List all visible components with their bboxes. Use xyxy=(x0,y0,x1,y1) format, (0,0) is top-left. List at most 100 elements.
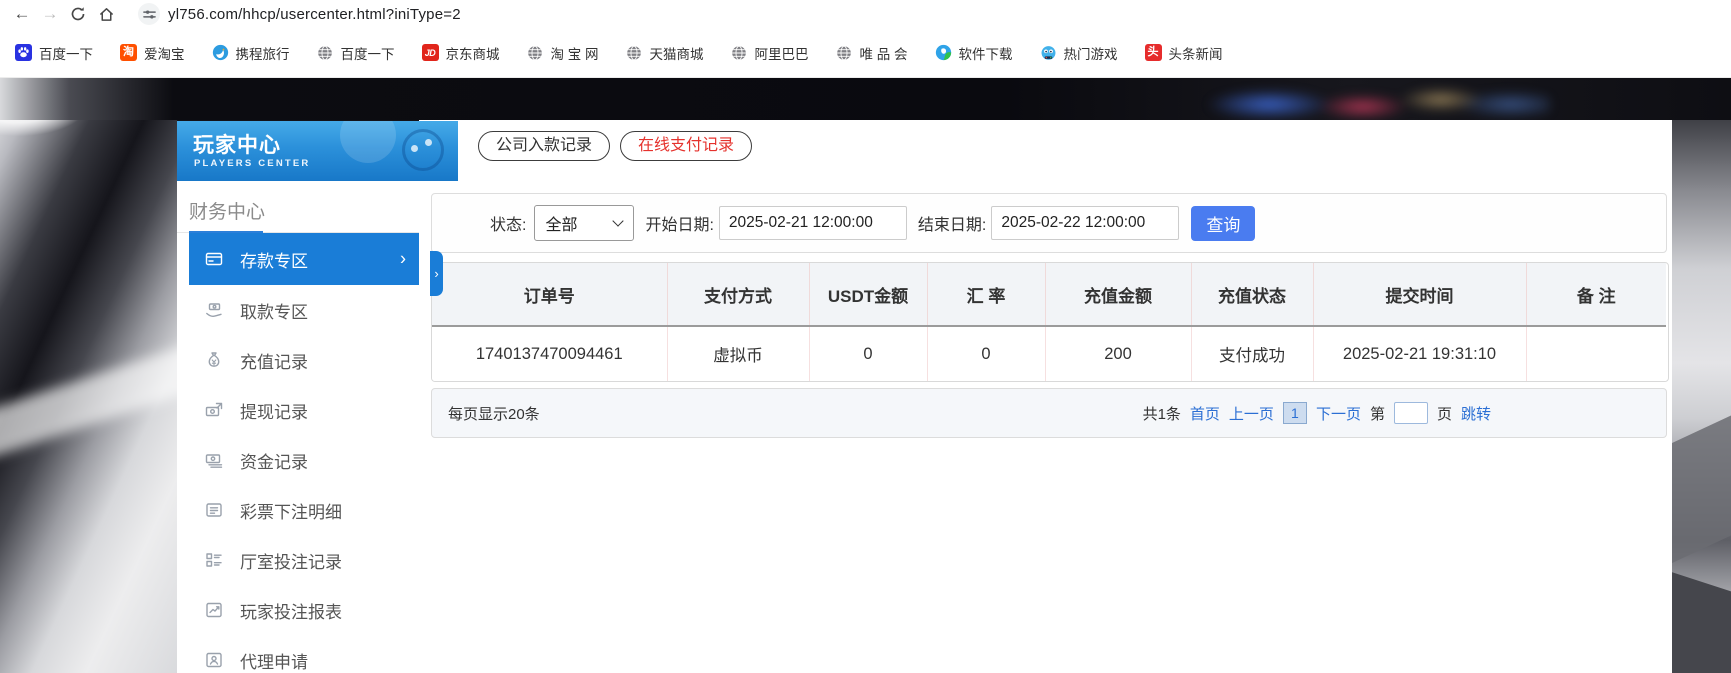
banner-title: 玩家中心 xyxy=(193,134,281,157)
deposit-card-icon xyxy=(205,250,223,268)
sidebar-item-label: 存款专区 xyxy=(240,251,308,271)
jump-page-input[interactable] xyxy=(1393,402,1428,424)
players-center-banner: 玩家中心 PLAYERS CENTER xyxy=(177,121,458,181)
chart-report-icon xyxy=(205,601,223,619)
globe-icon xyxy=(836,44,853,61)
bookmark-baidu[interactable]: 百度一下 xyxy=(15,43,93,63)
url-text[interactable]: yl756.com/hhcp/usercenter.html?iniType=2 xyxy=(168,6,461,23)
globe-icon xyxy=(731,44,748,61)
prev-page-link[interactable]: 上一页 xyxy=(1229,403,1274,424)
cell-pay-method: 虚拟币 xyxy=(667,326,810,381)
bookmark-label: 携程旅行 xyxy=(235,46,290,62)
background-color-blur xyxy=(1160,78,1550,126)
cell-order-no: 1740137470094461 xyxy=(432,326,668,381)
browser-toolbar: ← → yl756.com/hhcp/usercenter.html?iniTy… xyxy=(0,0,1731,28)
forward-icon[interactable]: → xyxy=(36,2,64,26)
start-date-input[interactable] xyxy=(718,206,907,240)
bookmark-alibaba[interactable]: 阿里巴巴 xyxy=(731,43,809,63)
end-date-input[interactable] xyxy=(991,206,1180,240)
sidebar-collapse-handle[interactable]: › xyxy=(430,251,443,296)
reload-icon[interactable] xyxy=(64,2,92,26)
banknotes-icon xyxy=(205,451,223,469)
bookmark-software-download[interactable]: 软件下载 xyxy=(935,43,1013,63)
chevron-right-icon: › xyxy=(400,248,406,269)
bookmark-aitaobao[interactable]: 淘 爱淘宝 xyxy=(120,43,185,63)
chevron-right-icon: › xyxy=(434,266,439,281)
sidebar-item-player-bet-report[interactable]: 玩家投注报表 xyxy=(177,585,419,635)
sidebar-item-recharge-records[interactable]: 充值记录 xyxy=(177,335,419,385)
agent-person-icon xyxy=(205,651,223,669)
jump-suffix-text: 页 xyxy=(1436,405,1452,423)
table-header-row: 订单号 支付方式 USDT金额 汇 率 充值金额 充值状态 提交时间 备 注 xyxy=(432,263,1666,327)
bookmark-jd[interactable]: JD 京东商城 xyxy=(421,43,500,63)
receipt-list-icon xyxy=(205,501,223,519)
bookmarks-bar: 百度一下 淘 爱淘宝 携程旅行 百度一下 JD 京东商城 淘 宝 网 天猫商城 xyxy=(0,28,1731,78)
banknote-out-icon xyxy=(205,401,223,419)
baidu-paw-icon xyxy=(15,44,32,61)
sidebar-item-label: 取款专区 xyxy=(240,302,308,322)
first-page-link[interactable]: 首页 xyxy=(1190,403,1220,424)
sidebar-item-label: 资金记录 xyxy=(240,452,308,472)
cell-exchange-rate: 0 xyxy=(927,326,1046,381)
globe-icon xyxy=(626,44,643,61)
bookmark-tmall[interactable]: 天猫商城 xyxy=(626,43,704,63)
bookmark-ctrip[interactable]: 携程旅行 xyxy=(212,43,290,63)
status-label: 状态: xyxy=(490,217,527,234)
game-penguin-icon xyxy=(1040,44,1057,61)
bookmark-baidu2[interactable]: 百度一下 xyxy=(317,43,395,63)
col-order-no: 订单号 xyxy=(432,263,668,327)
sidebar-item-label: 厅室投注记录 xyxy=(240,552,342,572)
status-select[interactable]: 全部 xyxy=(534,205,635,241)
sidebar-item-agent-apply[interactable]: 代理申请 xyxy=(177,635,419,673)
tab-online-payment-records[interactable]: 在线支付记录 xyxy=(620,131,753,161)
money-bag-icon xyxy=(205,351,223,369)
sidebar-item-label: 充值记录 xyxy=(240,352,308,372)
sidebar-section-title: 财务中心 xyxy=(177,181,419,234)
bookmark-label: 热门游戏 xyxy=(1063,46,1118,62)
cell-recharge-status: 支付成功 xyxy=(1191,326,1314,381)
bookmark-toutiao[interactable]: 头 头条新闻 xyxy=(1144,43,1223,63)
sidebar-item-hall-bet-records[interactable]: 厅室投注记录 xyxy=(177,535,419,585)
globe-icon xyxy=(317,44,334,61)
bookmark-label: 天猫商城 xyxy=(649,46,704,62)
sidebar: 财务中心 存款专区 › 取款专区 充值记录 提现记录 资金记录 彩票下注明细 厅… xyxy=(177,121,419,673)
home-icon[interactable] xyxy=(92,2,120,26)
col-usdt-amount: USDT金额 xyxy=(809,263,928,327)
total-count-text: 共1条 xyxy=(1142,405,1181,423)
banner-decor-circle xyxy=(340,121,396,163)
col-recharge-amount: 充值金额 xyxy=(1045,263,1192,327)
software-download-icon xyxy=(935,44,952,61)
ctrip-dolphin-icon xyxy=(212,44,229,61)
bookmark-label: 唯 品 会 xyxy=(859,46,908,62)
back-icon[interactable]: ← xyxy=(8,2,36,26)
sidebar-item-fund-records[interactable]: 资金记录 xyxy=(177,435,419,485)
sidebar-item-label: 代理申请 xyxy=(240,652,308,672)
next-page-link[interactable]: 下一页 xyxy=(1316,403,1361,424)
gamepad-icon xyxy=(402,129,444,171)
bookmark-hot-games[interactable]: 热门游戏 xyxy=(1040,43,1118,63)
filter-bar: 状态: 全部 开始日期: 结束日期: 查询 xyxy=(431,193,1667,253)
toutiao-icon: 头 xyxy=(1144,44,1162,61)
jump-prefix-text: 第 xyxy=(1369,405,1385,423)
search-button[interactable]: 查询 xyxy=(1191,205,1256,241)
content-panel: 公司入款记录 在线支付记录 状态: 全部 开始日期: 结束日期: 查询 › 订单… xyxy=(419,120,1672,673)
sidebar-item-lottery-bet-details[interactable]: 彩票下注明细 xyxy=(177,485,419,535)
bookmark-vip[interactable]: 唯 品 会 xyxy=(836,43,908,63)
site-settings-icon[interactable] xyxy=(138,3,160,25)
records-table: 订单号 支付方式 USDT金额 汇 率 充值金额 充值状态 提交时间 备 注 1… xyxy=(431,262,1669,382)
cell-submit-time: 2025-02-21 19:31:10 xyxy=(1313,326,1527,381)
end-date-label: 结束日期: xyxy=(917,217,987,234)
tab-company-deposit-records[interactable]: 公司入款记录 xyxy=(478,131,611,161)
cell-usdt-amount: 0 xyxy=(809,326,928,381)
col-recharge-status: 充值状态 xyxy=(1191,263,1314,327)
sidebar-menu: 存款专区 › 取款专区 充值记录 提现记录 资金记录 彩票下注明细 厅室投注记录… xyxy=(177,233,419,673)
pager-controls: 共1条 首页 上一页 1 下一页 第 页 跳转 xyxy=(1134,402,1491,424)
sidebar-item-deposit-zone[interactable]: 存款专区 › xyxy=(189,233,419,285)
table-row: 1740137470094461 虚拟币 0 0 200 支付成功 2025-0… xyxy=(432,326,1666,381)
sidebar-item-withdraw-records[interactable]: 提现记录 xyxy=(177,385,419,435)
taobao-icon: 淘 xyxy=(120,44,137,61)
sidebar-item-withdraw-zone[interactable]: 取款专区 xyxy=(177,285,419,335)
pagination-bar: 每页显示20条 共1条 首页 上一页 1 下一页 第 页 跳转 xyxy=(431,388,1667,438)
jump-link[interactable]: 跳转 xyxy=(1461,403,1491,424)
bookmark-taobao-web[interactable]: 淘 宝 网 xyxy=(527,43,599,63)
